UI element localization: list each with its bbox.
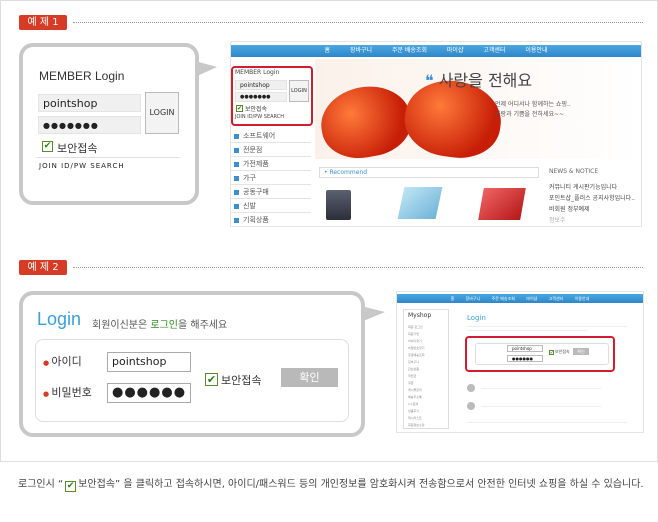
- nav-cs[interactable]: 고객센터: [483, 47, 505, 54]
- category-item[interactable]: 기획상품: [231, 214, 311, 227]
- nav-order[interactable]: 주문 배송조회: [492, 296, 515, 301]
- member-login-title: MEMBER Login: [39, 69, 125, 83]
- nav-cart[interactable]: 장바구니: [466, 296, 481, 301]
- pw-label: ● 비밀번호: [43, 386, 92, 399]
- news-item[interactable]: 포인트샵_플러스 공지사항입니다..: [549, 193, 641, 202]
- mini-secure-label: 보안접속: [555, 349, 570, 354]
- myshop-title: Myshop: [408, 312, 432, 319]
- myshop-item[interactable]: 장바구니: [408, 359, 425, 366]
- myshop-item[interactable]: 아이디찾기: [408, 338, 425, 345]
- hero-sub1: 언제 어디서나 함께하는 쇼핑..: [495, 101, 571, 108]
- pw-input[interactable]: ●●●●●●: [107, 383, 191, 403]
- info-icon: [467, 384, 475, 392]
- hero-quote: ❝ 사랑을 전해요: [425, 71, 533, 90]
- join-search-links[interactable]: JOIN ID/PW SEARCH: [39, 162, 125, 170]
- myshop-item[interactable]: 적립금: [408, 373, 425, 380]
- nav-cart[interactable]: 장바구니: [350, 47, 372, 54]
- example2-site: 홈 장바구니 주문 배송조회 마이샵 고객센터 이용안내 Myshop 회원 로…: [396, 291, 644, 433]
- nav-guide[interactable]: 이용안내: [575, 296, 590, 301]
- heart-chocolate-image: [315, 79, 417, 159]
- password-field[interactable]: ●●●●●●●: [38, 116, 141, 134]
- bubble-tail: [361, 306, 385, 322]
- mini-pw-field[interactable]: ●●●●●●: [507, 355, 543, 362]
- myshop-list: 회원 로그인 회원가입 아이디찾기 비밀번호찾기 주문배송조회 장바구니 관심상…: [408, 324, 425, 429]
- example2-badge: 예 제 2: [19, 260, 67, 275]
- login-divider: [37, 157, 179, 158]
- myshop-item[interactable]: 주문배송조회: [408, 352, 425, 359]
- login-button[interactable]: LOGIN: [145, 92, 179, 134]
- example2-divider: [73, 267, 643, 268]
- nav-cs[interactable]: 고객센터: [549, 296, 564, 301]
- secure-checkbox[interactable]: ✔: [42, 141, 53, 152]
- nav-guide[interactable]: 이용안내: [525, 47, 547, 54]
- myshop-item[interactable]: 비밀번호찾기: [408, 345, 425, 352]
- nav-myshop[interactable]: 마이샵: [447, 47, 464, 54]
- category-item[interactable]: 전문점: [231, 144, 311, 157]
- myshop-item[interactable]: 위시리스트: [408, 415, 425, 422]
- myshop-sidebar: Myshop 회원 로그인 회원가입 아이디찾기 비밀번호찾기 주문배송조회 장…: [403, 309, 449, 429]
- recommend-bar: • Recommend: [319, 167, 539, 178]
- inline-checkbox-icon: ✔: [65, 481, 77, 492]
- text-line: [481, 402, 601, 407]
- myshop-item[interactable]: 1:1문의: [408, 401, 425, 408]
- highlight-box: pointshop ●●●●●● ✔ 보안접속 확인: [465, 336, 615, 372]
- text-line: [467, 418, 627, 423]
- category-item[interactable]: 공동구매: [231, 186, 311, 199]
- user-id-field[interactable]: pointshop: [38, 94, 141, 112]
- bubble-tail: [195, 61, 217, 77]
- example1-badge: 예 제 1: [19, 15, 67, 30]
- product-image[interactable]: [478, 188, 526, 220]
- nav-order[interactable]: 주문 배송조회: [392, 47, 427, 54]
- myshop-item[interactable]: 회원정보수정: [408, 422, 425, 429]
- id-input[interactable]: pointshop: [107, 352, 191, 372]
- myshop-item[interactable]: 회원가입: [408, 331, 425, 338]
- example1-divider: [73, 22, 643, 23]
- confirm-button[interactable]: 확인: [281, 368, 338, 387]
- myshop-item[interactable]: 게시물관리: [408, 387, 425, 394]
- mini-id-field[interactable]: pointshop: [507, 345, 543, 352]
- myshop-item[interactable]: 관심상품: [408, 366, 425, 373]
- news-item[interactable]: 커뮤니티 게시판기능입니다: [549, 182, 617, 191]
- myshop-item[interactable]: 상품후기: [408, 408, 425, 415]
- nav-home[interactable]: 홈: [324, 47, 330, 54]
- category-item[interactable]: 가전제품: [231, 158, 311, 171]
- category-item[interactable]: 신발: [231, 200, 311, 213]
- product-image[interactable]: [397, 187, 443, 219]
- secure-label: 보안접속: [57, 142, 98, 155]
- id-label: ● 아이디: [43, 355, 82, 368]
- login-title: Login: [37, 309, 82, 329]
- example1-site: 홈 장바구니 주문 배송조회 마이샵 고객센터 이용안내 MEMBER Logi…: [230, 41, 642, 227]
- myshop-item[interactable]: 배송주소록: [408, 394, 425, 401]
- category-item[interactable]: 소프트웨어: [231, 130, 311, 143]
- news-item[interactable]: 비회원 정부예제: [549, 204, 590, 213]
- login-subtitle: 회원이신분은 로그인을 해주세요: [92, 320, 228, 331]
- news-item[interactable]: 정보수: [549, 215, 566, 224]
- secure-label: 보안접속: [221, 374, 262, 387]
- hero-banner: ❝ 사랑을 전해요 언제 어디서나 함께하는 쇼핑.. 사랑과 기쁨을 전하세요…: [315, 59, 641, 159]
- hero-sub2: 사랑과 기쁨을 전하세요~~: [495, 111, 565, 118]
- mini-confirm-button[interactable]: 확인: [573, 348, 589, 355]
- product-image[interactable]: [326, 190, 351, 220]
- myshop-item[interactable]: 쿠폰: [408, 380, 425, 387]
- nav-home[interactable]: 홈: [451, 296, 455, 301]
- footer-description: 로그인시 “✔ 보안접속” 을 클릭하고 접속하시면, 아이디/패스워드 등의 개…: [18, 479, 644, 492]
- mini-secure-checkbox[interactable]: ✔: [549, 350, 554, 355]
- text-line: [481, 384, 601, 389]
- content-frame: 예 제 1 MEMBER Login pointshop ●●●●●●● LOG…: [0, 0, 658, 462]
- site-nav: 홈 장바구니 주문 배송조회 마이샵 고객센터 이용안내: [231, 45, 641, 57]
- category-item[interactable]: 가구: [231, 172, 311, 185]
- secure-checkbox[interactable]: ✔: [205, 373, 218, 386]
- highlight-box: [231, 66, 313, 126]
- info-icon: [467, 402, 475, 410]
- mini-login-title: Login: [467, 314, 486, 322]
- nav-myshop[interactable]: 마이샵: [526, 296, 537, 301]
- site-nav: 홈 장바구니 주문 배송조회 마이샵 고객센터 이용안내: [397, 294, 643, 303]
- text-line: [467, 326, 587, 331]
- myshop-item[interactable]: 회원 로그인: [408, 324, 425, 331]
- news-title: NEWS & NOTICE: [549, 168, 599, 175]
